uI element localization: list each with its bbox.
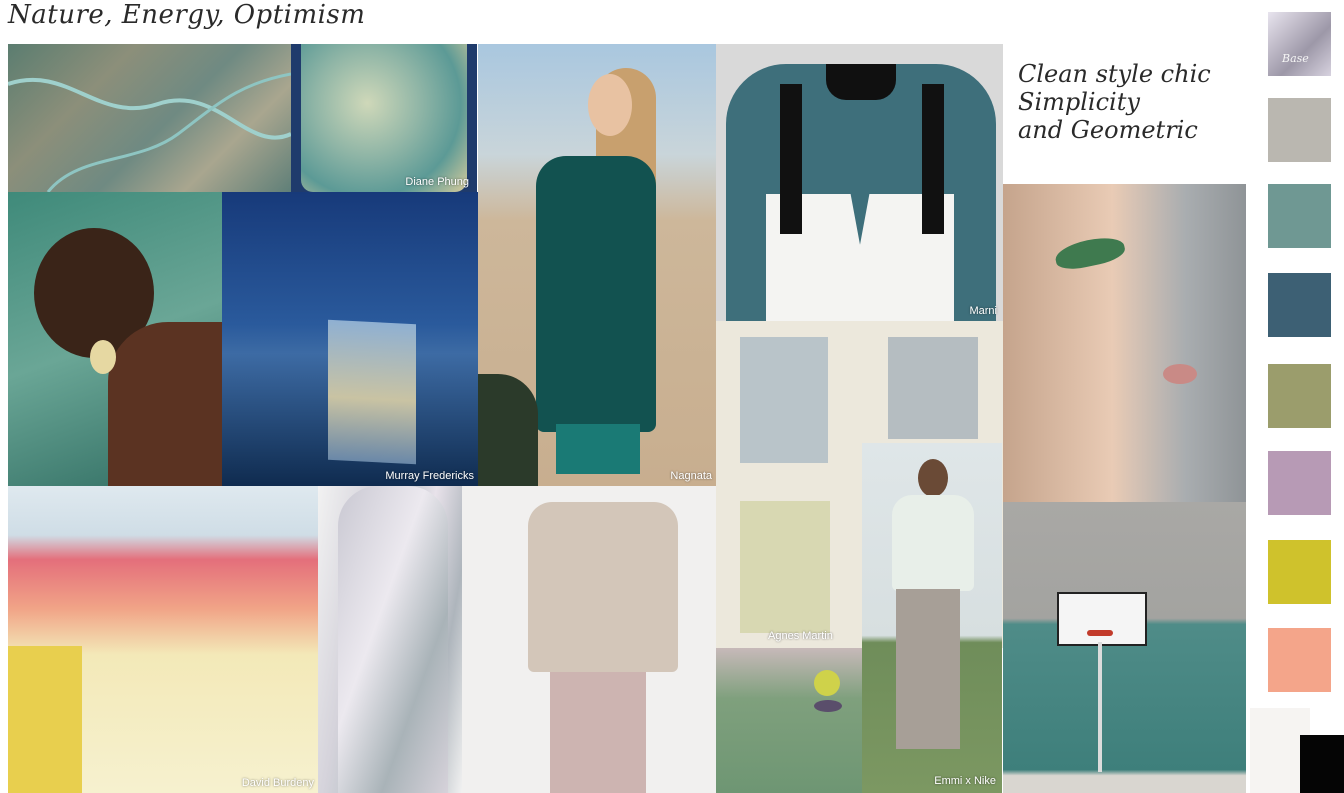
knit-sweater-photo: Emmi x Nike bbox=[862, 443, 1002, 793]
caption-apron: Marni bbox=[969, 305, 997, 317]
hoop-rim bbox=[1087, 630, 1113, 636]
basketball-court-photo bbox=[1003, 502, 1246, 793]
profile-face-photo bbox=[1003, 184, 1246, 502]
right-strap bbox=[922, 84, 944, 234]
paint-square-2 bbox=[888, 337, 978, 439]
backboard bbox=[1057, 592, 1147, 646]
caption-skirt: Emmi x Nike bbox=[934, 775, 996, 787]
iridescent-leggings-photo bbox=[318, 486, 462, 793]
board-title: Nature, Energy, Optimism bbox=[8, 0, 366, 30]
subtitle-line-2: Simplicity bbox=[1018, 88, 1140, 116]
swatch-black bbox=[1300, 735, 1344, 793]
swatch-grey bbox=[1268, 98, 1331, 162]
board-subtitle: Clean style chic Simplicity and Geometri… bbox=[1018, 60, 1248, 144]
model-face bbox=[588, 74, 632, 136]
court-ball-photo bbox=[716, 648, 862, 793]
swatch-teal-grey bbox=[1268, 184, 1331, 248]
swatch-coral bbox=[1268, 628, 1331, 692]
ball-shadow bbox=[814, 700, 842, 712]
green-eyeshadow bbox=[1053, 233, 1127, 273]
swatch-label: Base bbox=[1282, 52, 1309, 65]
paint-square-1 bbox=[740, 337, 828, 463]
swatch-chartreuse bbox=[1268, 540, 1331, 604]
lips bbox=[1163, 364, 1197, 384]
desert-model-photo: Nagnata bbox=[478, 44, 716, 486]
watercolor-garment bbox=[301, 44, 467, 192]
teal-shorts bbox=[556, 424, 640, 474]
wrap-top-photo bbox=[462, 486, 716, 793]
horizon-mirror-photo: Murray Fredericks bbox=[222, 192, 478, 486]
subtitle-line-3: and Geometric bbox=[1018, 116, 1198, 144]
swatch-silver-gradient: Base bbox=[1268, 12, 1331, 76]
caption-fabric: Diane Phung bbox=[405, 176, 469, 188]
black-collar bbox=[826, 64, 896, 100]
apron-outfit-photo: Marni bbox=[716, 44, 1003, 321]
river-lines bbox=[8, 72, 291, 192]
caption-salt: David Burdeny bbox=[241, 777, 314, 789]
salt-flats-photo: David Burdeny bbox=[8, 486, 318, 793]
teal-jacket bbox=[536, 156, 656, 432]
aerial-river-photo bbox=[8, 44, 291, 192]
grey-skirt bbox=[896, 589, 960, 749]
yellow-ball bbox=[814, 670, 840, 696]
watercolor-top-photo: Diane Phung bbox=[291, 44, 477, 192]
mint-sweater bbox=[892, 495, 974, 591]
subtitle-line-1: Clean style chic bbox=[1018, 60, 1211, 88]
gold-earring bbox=[90, 340, 116, 374]
swatch-lilac bbox=[1268, 451, 1331, 515]
wrap-top bbox=[528, 502, 678, 672]
water-portrait-photo bbox=[8, 192, 222, 486]
pink-leggings bbox=[550, 672, 646, 793]
swatch-olive bbox=[1268, 364, 1331, 428]
caption-desert: Nagnata bbox=[670, 470, 712, 482]
shadow-shape bbox=[478, 374, 538, 486]
caption-horizon: Murray Fredericks bbox=[385, 470, 474, 482]
model-head bbox=[918, 459, 948, 497]
yellow-pool bbox=[8, 646, 82, 793]
paint-square-3 bbox=[740, 501, 830, 633]
shoulder-shape bbox=[108, 322, 222, 486]
leg-shape bbox=[338, 486, 448, 793]
swatch-dark-teal bbox=[1268, 273, 1331, 337]
caption-paint: Agnes Martin bbox=[768, 630, 833, 642]
hoop-pole bbox=[1098, 642, 1102, 772]
left-strap bbox=[780, 84, 802, 234]
mirror-panel bbox=[328, 319, 416, 465]
